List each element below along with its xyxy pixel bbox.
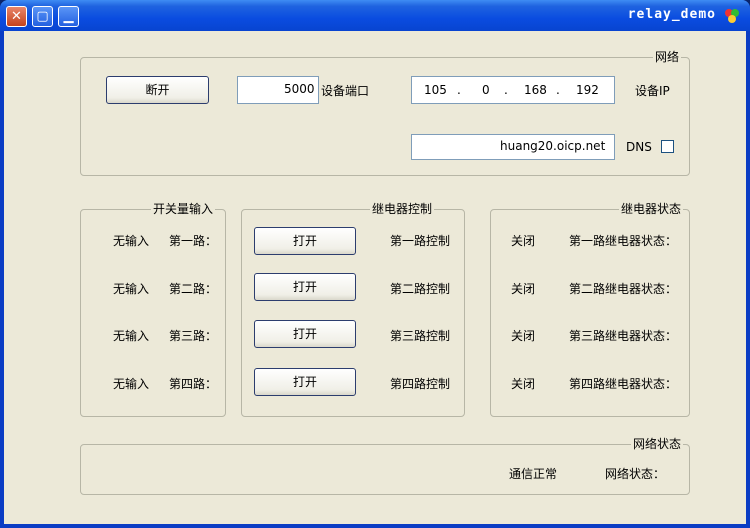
- relay-4-open-button[interactable]: 打开: [254, 368, 356, 396]
- relay-2-control-label: 第二路控制: [390, 282, 451, 296]
- ip-octet-1: 192: [576, 83, 599, 97]
- relay-2-open-label: 打开: [292, 280, 317, 294]
- dns-input[interactable]: huang20.oicp.net: [411, 134, 615, 160]
- network-status-label: 网络状态：: [605, 467, 666, 481]
- close-button[interactable]: ✕: [6, 6, 27, 27]
- switch-input-value-4: 无输入: [113, 377, 150, 391]
- dns-checkbox[interactable]: [661, 140, 674, 153]
- switch-input-label-4: 第四路：: [169, 377, 218, 391]
- relay-4-control-label: 第四路控制: [390, 377, 451, 391]
- app-window: ✕ ▢ ▁ relay_demo 网络 断开 5000 设备端口 105 . 0: [0, 0, 750, 528]
- network-status-group-title: 网络状态: [630, 437, 683, 451]
- title-bar[interactable]: ✕ ▢ ▁ relay_demo: [0, 0, 750, 31]
- relay-4-open-label: 打开: [292, 375, 317, 389]
- port-label: 设备端口: [321, 84, 370, 98]
- switch-input-group: 开关量输入 无输入 第一路： 无输入 第二路： 无输入 第三路： 无输入 第四路…: [80, 202, 226, 417]
- network-group: 网络 断开 5000 设备端口 105 . 0 . 168 . 192 设备IP…: [80, 50, 690, 176]
- ip-dot: .: [457, 83, 461, 97]
- relay-1-open-button[interactable]: 打开: [254, 227, 356, 255]
- relay-status-group-title: 继电器状态: [618, 202, 683, 216]
- relay-status-group: 继电器状态 关闭 第一路继电器状态： 关闭 第二路继电器状态： 关闭 第三路继电…: [490, 202, 690, 417]
- relay-4-status-value: 关闭: [511, 377, 536, 391]
- ip-dot: .: [504, 83, 508, 97]
- relay-1-open-label: 打开: [292, 234, 317, 248]
- maximize-button[interactable]: ▢: [32, 6, 53, 27]
- relay-3-open-label: 打开: [292, 327, 317, 341]
- dns-value: huang20.oicp.net: [500, 139, 606, 153]
- client-area: 网络 断开 5000 设备端口 105 . 0 . 168 . 192 设备IP…: [4, 31, 746, 524]
- relay-2-status-label: 第二路继电器状态：: [569, 282, 678, 296]
- relay-3-status-value: 关闭: [511, 329, 536, 343]
- relay-2-status-value: 关闭: [511, 282, 536, 296]
- port-value: 5000: [284, 82, 315, 96]
- relay-4-status-label: 第四路继电器状态：: [569, 377, 678, 391]
- disconnect-button[interactable]: 断开: [106, 76, 209, 104]
- relay-control-group-title: 继电器控制: [369, 202, 434, 216]
- network-status-value: 通信正常: [509, 467, 558, 481]
- relay-3-status-label: 第三路继电器状态：: [569, 329, 678, 343]
- relay-control-group: 继电器控制 打开 第一路控制 打开 第二路控制 打开 第三路控制 打开 第四路控…: [241, 202, 465, 417]
- ip-input[interactable]: 105 . 0 . 168 . 192: [411, 76, 615, 104]
- switch-input-group-title: 开关量输入: [150, 202, 215, 216]
- switch-input-label-2: 第二路：: [169, 282, 218, 296]
- relay-3-control-label: 第三路控制: [390, 329, 451, 343]
- window-title: relay_demo: [627, 7, 716, 22]
- switch-input-label-1: 第一路：: [169, 234, 218, 248]
- relay-1-status-value: 关闭: [511, 234, 536, 248]
- port-input[interactable]: 5000: [237, 76, 319, 104]
- switch-input-value-3: 无输入: [113, 329, 150, 343]
- ip-dot: .: [556, 83, 560, 97]
- relay-1-status-label: 第一路继电器状态：: [569, 234, 678, 248]
- ip-octet-2: 168: [524, 83, 547, 97]
- ip-octet-4: 105: [424, 83, 447, 97]
- app-icon: [725, 9, 739, 23]
- network-status-group: 网络状态 通信正常 网络状态：: [80, 437, 690, 495]
- relay-2-open-button[interactable]: 打开: [254, 273, 356, 301]
- relay-1-control-label: 第一路控制: [390, 234, 451, 248]
- relay-3-open-button[interactable]: 打开: [254, 320, 356, 348]
- ip-octet-3: 0: [482, 83, 490, 97]
- minimize-button[interactable]: ▁: [58, 6, 79, 27]
- disconnect-button-label: 断开: [145, 83, 170, 97]
- network-group-title: 网络: [652, 50, 681, 64]
- switch-input-value-1: 无输入: [113, 234, 150, 248]
- switch-input-value-2: 无输入: [113, 282, 150, 296]
- ip-label: 设备IP: [635, 84, 670, 98]
- dns-label: DNS: [626, 140, 652, 154]
- switch-input-label-3: 第三路：: [169, 329, 218, 343]
